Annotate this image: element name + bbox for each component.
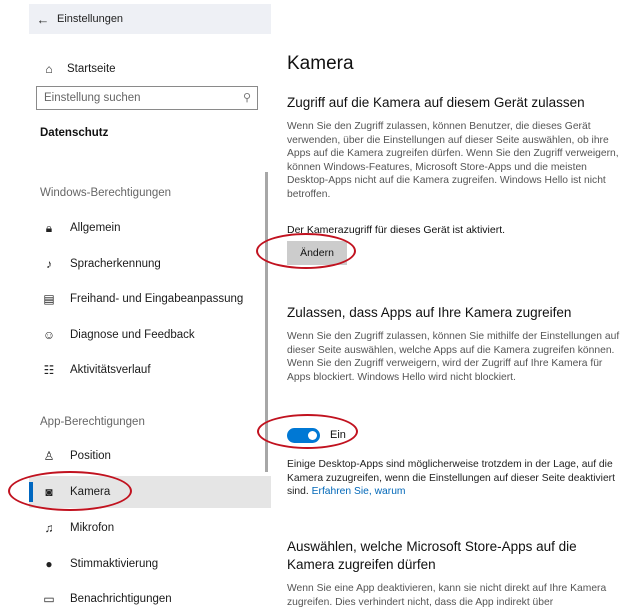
sidebar-item-label: Diagnose und Feedback [70, 329, 195, 341]
home-icon: ⌂ [45, 62, 53, 76]
sidebar-item-label: Position [70, 450, 111, 462]
speech-icon: ♪ [46, 257, 52, 271]
category-title: Datenschutz [40, 127, 109, 139]
feedback-icon: ☺ [42, 328, 56, 342]
title-bar: ← Einstellungen [29, 4, 271, 34]
lock-icon: 🔒︎ [45, 220, 53, 235]
clipboard-icon: ▤ [43, 292, 55, 306]
sidebar: ← Einstellungen ⌂ Startseite ⚲ Datenschu… [0, 0, 271, 608]
sidebar-item-kamera[interactable]: ◙ Kamera [29, 476, 271, 508]
device-access-status: Der Kamerazugriff für dieses Gerät ist a… [287, 224, 506, 236]
home-label: Startseite [67, 63, 116, 75]
sidebar-item-spracherkennung[interactable]: ♪ Spracherkennung [29, 248, 271, 280]
sidebar-item-label: Kamera [70, 486, 111, 498]
learn-why-link[interactable]: Erfahren Sie, warum [312, 486, 406, 497]
back-arrow-icon[interactable]: ← [29, 12, 57, 27]
sidebar-item-label: Benachrichtigungen [70, 593, 172, 605]
sidebar-item-allgemein[interactable]: 🔒︎ Allgemein [29, 212, 271, 244]
sidebar-item-aktivitaetsverlauf[interactable]: ☷ Aktivitätsverlauf [29, 354, 271, 386]
sidebar-item-diagnose[interactable]: ☺ Diagnose und Feedback [29, 319, 271, 351]
camera-icon: ◙ [45, 485, 53, 499]
change-button[interactable]: Ändern [287, 241, 347, 265]
sidebar-item-label: Allgemein [70, 222, 121, 234]
window-title: Einstellungen [57, 13, 124, 25]
section-device-access-description: Wenn Sie den Zugriff zulassen, können Be… [287, 121, 619, 200]
timeline-icon: ☷ [43, 363, 55, 377]
sidebar-item-label: Spracherkennung [70, 258, 161, 270]
search-icon[interactable]: ⚲ [243, 91, 251, 104]
toggle-state-label: Ein [330, 429, 346, 441]
home-link[interactable]: ⌂ Startseite [40, 62, 116, 76]
microphone-icon: ♫ [44, 521, 54, 535]
camera-access-toggle[interactable] [287, 428, 320, 443]
section-store-apps-description: Wenn Sie eine App deaktivieren, kann sie… [287, 583, 607, 608]
section-device-access-heading: Zugriff auf die Kamera auf diesem Gerät … [287, 95, 585, 110]
voice-activation-icon: ● [45, 557, 53, 571]
section-app-access-description: Wenn Sie den Zugriff zulassen, können Si… [287, 331, 620, 383]
sidebar-item-label: Mikrofon [70, 522, 115, 534]
sidebar-item-freihand[interactable]: ▤ Freihand- und Eingabeanpassung [29, 283, 271, 315]
section-app-permissions: App-Berechtigungen [40, 416, 145, 428]
sidebar-item-label: Aktivitätsverlauf [70, 364, 151, 376]
sidebar-item-label: Freihand- und Eingabeanpassung [70, 293, 244, 305]
section-store-apps-heading: Auswählen, welche Microsoft Store-Apps a… [287, 539, 577, 572]
notification-icon: ▭ [43, 592, 55, 606]
section-windows-permissions: Windows-Berechtigungen [40, 187, 172, 199]
page-title: Kamera [287, 53, 354, 74]
sidebar-item-benachrichtigungen[interactable]: ▭ Benachrichtigungen [29, 583, 271, 608]
desktop-apps-note: Einige Desktop-Apps sind möglicherweise … [287, 458, 623, 499]
search-box[interactable]: ⚲ [36, 86, 258, 110]
search-input[interactable] [37, 87, 227, 109]
sidebar-item-position[interactable]: ♙ Position [29, 440, 271, 472]
sidebar-item-stimmaktivierung[interactable]: ● Stimmaktivierung [29, 548, 271, 580]
sidebar-item-mikrofon[interactable]: ♫ Mikrofon [29, 512, 271, 544]
location-icon: ♙ [43, 449, 55, 463]
section-app-access-heading: Zulassen, dass Apps auf Ihre Kamera zugr… [287, 305, 572, 320]
sidebar-item-label: Stimmaktivierung [70, 558, 159, 570]
toggle-knob [308, 431, 317, 440]
